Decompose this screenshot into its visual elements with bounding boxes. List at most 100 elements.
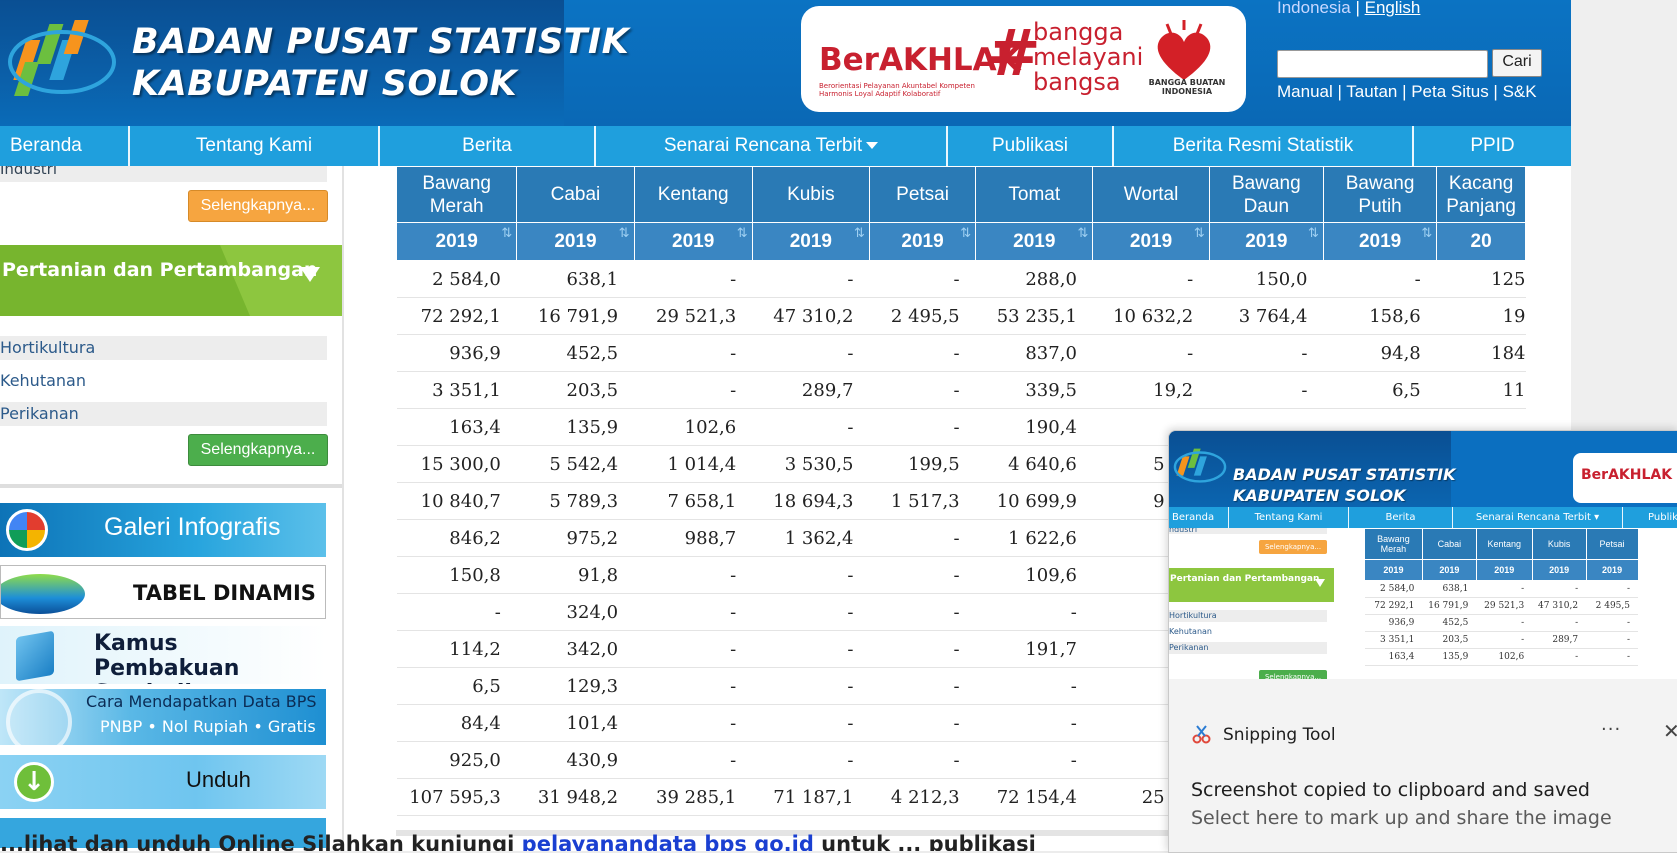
lang-english-link[interactable]: English [1365,0,1421,17]
sidebar-item-hortikultura[interactable]: Hortikultura [0,336,327,360]
search-button[interactable]: Cari [1492,49,1542,77]
table-cell: 102,6 [634,409,752,446]
close-icon[interactable]: ✕ [1663,719,1677,743]
promo-tabel-dinamis[interactable]: TABEL DINAMIS [0,565,326,619]
table-cell: 31 948,2 [517,779,634,816]
table-row: 936,9452,5---837,0--94,8184 [397,335,1526,372]
sidebar-divider [0,484,342,488]
top-links[interactable]: Manual | Tautan | Peta Situs | S&K [1277,82,1537,102]
table-cell: 5 542,4 [517,446,634,483]
sort-arrows-icon[interactable]: ⇅ [1194,225,1205,241]
download-arrow-icon: ↓ [14,762,54,802]
search-input[interactable] [1277,50,1488,78]
table-cell: 846,2 [397,520,517,557]
table-cell: 16 791,9 [517,298,634,335]
sort-arrows-icon[interactable]: ⇅ [1308,225,1319,241]
sidebar-item-industri[interactable]: Industri [0,166,327,182]
year-label: 2019 [901,231,943,252]
table-cell: - [976,705,1093,742]
table-cell: - [869,520,975,557]
thumb-table-cell: 936,9 [1365,615,1423,632]
table-cell: 29 521,3 [634,298,752,335]
year-label: 2019 [436,231,478,252]
table-cell: 190,4 [976,409,1093,446]
table-cell: - [634,705,752,742]
year-header-sortable[interactable]: 2019 ⇅ [397,223,517,261]
table-cell: - [1323,261,1436,298]
sidebar-item-perikanan[interactable]: Perikanan [0,402,327,426]
year-header-sortable[interactable]: 20 [1437,223,1526,261]
more-options-icon[interactable]: ··· [1601,719,1621,740]
notification-sub-message: Select here to mark up and share the ima… [1191,807,1612,829]
nav-beranda[interactable]: Beranda [0,126,130,166]
sidebar-item-kehutanan[interactable]: Kehutanan [0,369,327,393]
table-cell: - [634,335,752,372]
table-cell: 342,0 [517,631,634,668]
table-cell: 150,8 [397,557,517,594]
year-header-sortable[interactable]: 2019 ⇅ [869,223,975,261]
table-cell: 3 764,4 [1209,298,1323,335]
thumb-table-cell: 72 292,1 [1365,598,1423,615]
table-cell: 72 154,4 [976,779,1093,816]
table-cell: - [976,594,1093,631]
nav-berita-resmi-statistik[interactable]: Berita Resmi Statistik [1114,126,1414,166]
thumb-table-cell: 102,6 [1476,649,1532,666]
thumb-triangle-icon [1315,579,1325,587]
promo-galeri-infografis[interactable]: Galeri Infografis [0,503,326,557]
screenshot-thumbnail[interactable]: BADAN PUSAT STATISTIK KABUPATEN SOLOK Be… [1169,431,1677,679]
category-header-pertanian[interactable]: Pertanian dan Pertambangan [0,245,342,316]
table-cell: 339,5 [976,372,1093,409]
berakhlak-banner[interactable]: BerAKHLAK Berorientasi Pelayanan Akuntab… [801,6,1246,112]
more-button-industri[interactable]: Selengkapnya... [188,190,328,222]
table-cell: 203,5 [517,372,634,409]
table-cell: 638,1 [517,261,634,298]
table-cell: 11 [1437,372,1526,409]
bps-logo-icon[interactable] [6,10,118,110]
table-cell: - [752,668,869,705]
nav-senarai-rencana-terbit[interactable]: Senarai Rencana Terbit [596,126,948,166]
table-cell: 125 [1437,261,1526,298]
marquee-link[interactable]: pelayanandata bps go.id [522,832,814,851]
sort-arrows-icon[interactable]: ⇅ [1077,225,1088,241]
promo-unduh[interactable]: ↓ Unduh [0,755,326,809]
sort-arrows-icon[interactable]: ⇅ [854,225,865,241]
table-cell: 837,0 [976,335,1093,372]
thumb-table-cell: - [1476,581,1532,598]
year-header-sortable[interactable]: 2019⇅ [517,223,634,261]
more-button-pertanian[interactable]: Selengkapnya... [188,434,328,466]
table-cell: 6,5 [1323,372,1436,409]
promo-kamus-pembakuan[interactable]: Kamus Pembakuan Statistik [0,626,326,684]
sort-arrows-icon[interactable]: ⇅ [619,225,630,241]
table-header-row: Bawang MerahCabaiKentangKubisPetsaiTomat… [397,167,1526,223]
lang-indonesia-link[interactable]: Indonesia [1277,0,1351,17]
thumb-berakhlak: BerAKHLAK [1581,467,1672,483]
sort-arrows-icon[interactable]: ⇅ [737,225,748,241]
year-header-sortable[interactable]: 2019⇅ [1323,223,1436,261]
table-cell: - [752,409,869,446]
nav-berita[interactable]: Berita [380,126,596,166]
table-cell: - [869,335,975,372]
year-header-sortable[interactable]: 2019⇅ [1209,223,1323,261]
nav-ppid[interactable]: PPID [1414,126,1571,166]
column-header: Kacang Panjang [1437,167,1526,223]
sort-arrows-icon[interactable]: ⇅ [960,225,971,241]
thumb-nav-item: Publik [1623,507,1677,528]
site-header: BADAN PUSAT STATISTIK KABUPATEN SOLOK Be… [0,0,1571,126]
nav-tentang-kami[interactable]: Tentang Kami [130,126,380,166]
thumb-table-cell: 47 310,2 [1532,598,1586,615]
table-cell: 19,2 [1093,372,1209,409]
nav-senarai-label: Senarai Rencana Terbit [664,135,862,156]
sort-arrows-icon[interactable]: ⇅ [1421,225,1432,241]
snipping-tool-notification[interactable]: BADAN PUSAT STATISTIK KABUPATEN SOLOK Be… [1168,430,1677,853]
year-header-sortable[interactable]: 2019⇅ [976,223,1093,261]
year-header-sortable[interactable]: 2019⇅ [634,223,752,261]
promo-cara-line2: PNBP • Nol Rupiah • Gratis [100,717,316,736]
year-header-sortable[interactable]: 2019⇅ [1093,223,1209,261]
promo-cara-mendapatkan-data[interactable]: Cara Mendapatkan Data BPS PNBP • Nol Rup… [0,689,326,745]
thumb-table-row: 936,9452,5--- [1365,615,1677,632]
sort-arrows-icon[interactable]: ⇅ [501,225,512,241]
year-header-sortable[interactable]: 2019⇅ [752,223,869,261]
thumb-table-cell: 16 791,9 [1422,598,1476,615]
thumb-year-header: 2019 [1365,560,1423,581]
nav-publikasi[interactable]: Publikasi [948,126,1114,166]
